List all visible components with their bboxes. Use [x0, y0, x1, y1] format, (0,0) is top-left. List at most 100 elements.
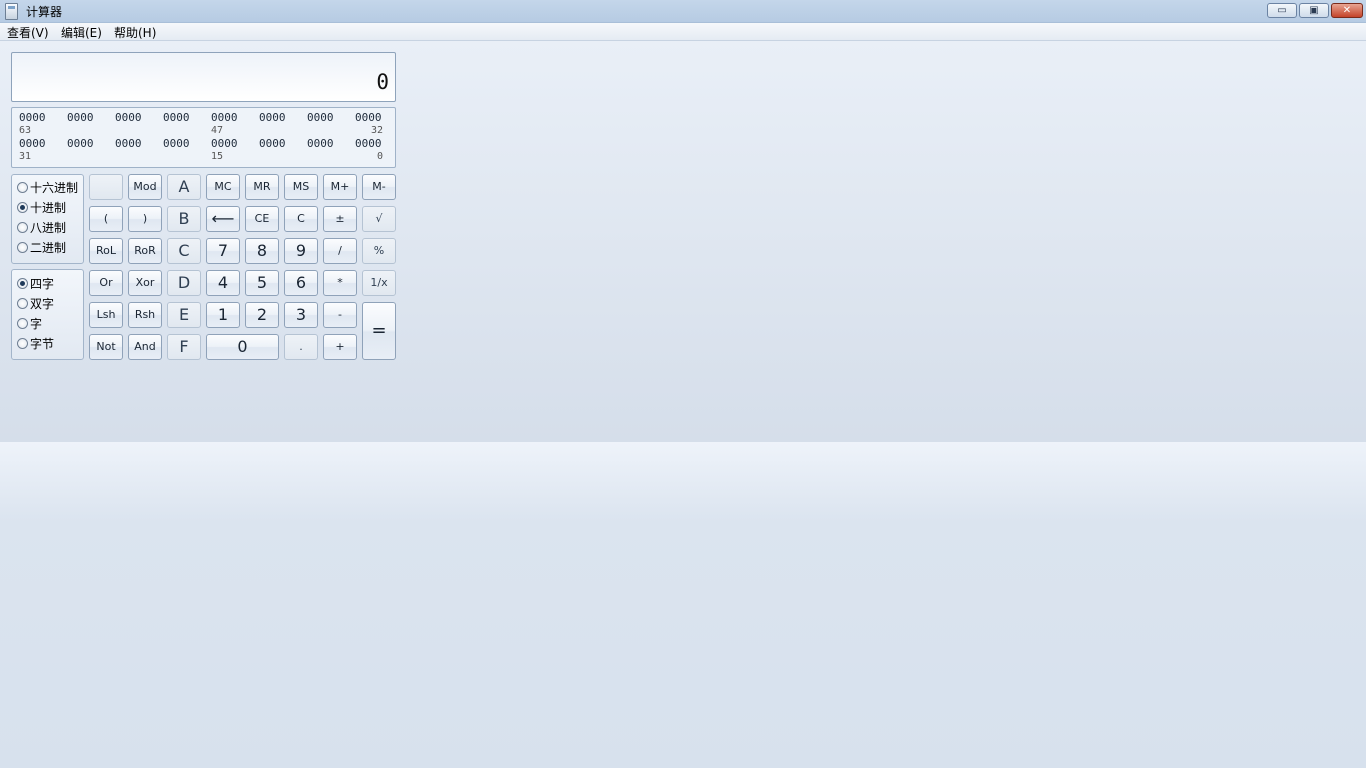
mod-key[interactable]: Mod — [128, 174, 162, 200]
display: 0 — [11, 52, 396, 102]
memory-recall-key[interactable]: MR — [245, 174, 279, 200]
radio-word[interactable]: 字 — [17, 316, 42, 332]
digit-1-key[interactable]: 1 — [206, 302, 240, 328]
reciprocal-key[interactable]: 1/x — [362, 270, 396, 296]
menu-bar: 查看(V) 编辑(E) 帮助(H) — [0, 23, 1366, 41]
desktop-background — [0, 442, 1366, 768]
bit-group[interactable]: 0000 — [355, 137, 385, 150]
radio-bin[interactable]: 二进制 — [17, 240, 66, 256]
clear-entry-key[interactable]: CE — [245, 206, 279, 232]
radio-button-icon[interactable] — [17, 222, 28, 233]
digit-8-key[interactable]: 8 — [245, 238, 279, 264]
radio-label: 二进制 — [30, 241, 67, 255]
radio-dword[interactable]: 双字 — [17, 296, 54, 312]
left-shift-key[interactable]: Lsh — [89, 302, 123, 328]
bit-group[interactable]: 0000 — [307, 111, 337, 124]
blank-key[interactable] — [89, 174, 123, 200]
and-key[interactable]: And — [128, 334, 162, 360]
restore-button[interactable]: ▣ — [1299, 3, 1329, 18]
close-paren-key[interactable]: ) — [128, 206, 162, 232]
radio-qword[interactable]: 四字 — [17, 276, 54, 292]
radio-byte[interactable]: 字节 — [17, 336, 54, 352]
minimize-button[interactable]: ▭ — [1267, 3, 1297, 18]
memory-subtract-key[interactable]: M- — [362, 174, 396, 200]
bit-group[interactable]: 0000 — [163, 137, 193, 150]
memory-add-key[interactable]: M+ — [323, 174, 357, 200]
hex-c-key[interactable]: C — [167, 238, 201, 264]
radio-button-icon[interactable] — [17, 242, 28, 253]
bit-index-label: 0 — [377, 151, 384, 162]
close-button[interactable]: ✕ — [1331, 3, 1363, 18]
bit-group[interactable]: 0000 — [259, 137, 289, 150]
memory-clear-key[interactable]: MC — [206, 174, 240, 200]
radio-label: 双字 — [30, 297, 55, 311]
bit-group[interactable]: 0000 — [259, 111, 289, 124]
radio-button-icon[interactable] — [17, 338, 28, 349]
bit-group[interactable]: 0000 — [67, 111, 97, 124]
multiply-key[interactable]: * — [323, 270, 357, 296]
radio-button-icon[interactable] — [17, 298, 28, 309]
right-shift-key[interactable]: Rsh — [128, 302, 162, 328]
hex-a-key[interactable]: A — [167, 174, 201, 200]
hex-d-key[interactable]: D — [167, 270, 201, 296]
bit-group[interactable]: 0000 — [163, 111, 193, 124]
bit-group[interactable]: 0000 — [355, 111, 385, 124]
radio-button-icon[interactable] — [17, 318, 28, 329]
radio-button-icon[interactable] — [17, 202, 28, 213]
hex-b-key[interactable]: B — [167, 206, 201, 232]
number-base-group: 十六进制 十进制 八进制 二进制 — [11, 174, 84, 264]
bit-group[interactable]: 0000 — [115, 137, 145, 150]
digit-0-key[interactable]: 0 — [206, 334, 279, 360]
bit-index-label: 63 — [19, 125, 32, 136]
calculator-app-icon — [5, 3, 18, 20]
rotate-left-key[interactable]: RoL — [89, 238, 123, 264]
xor-key[interactable]: Xor — [128, 270, 162, 296]
digit-7-key[interactable]: 7 — [206, 238, 240, 264]
word-size-group: 四字 双字 字 字节 — [11, 269, 84, 360]
digit-6-key[interactable]: 6 — [284, 270, 318, 296]
bit-index-label: 47 — [211, 125, 224, 136]
menu-edit[interactable]: 编辑(E) — [61, 24, 102, 41]
digit-4-key[interactable]: 4 — [206, 270, 240, 296]
radio-label: 四字 — [30, 277, 55, 291]
divide-key[interactable]: / — [323, 238, 357, 264]
digit-9-key[interactable]: 9 — [284, 238, 318, 264]
rotate-right-key[interactable]: RoR — [128, 238, 162, 264]
bit-panel: 0000 0000 0000 0000 0000 0000 0000 0000 … — [11, 107, 396, 168]
bit-group[interactable]: 0000 — [211, 111, 241, 124]
digit-3-key[interactable]: 3 — [284, 302, 318, 328]
negate-key[interactable]: ± — [323, 206, 357, 232]
decimal-point-key[interactable]: . — [284, 334, 318, 360]
open-paren-key[interactable]: ( — [89, 206, 123, 232]
add-key[interactable]: + — [323, 334, 357, 360]
clear-key[interactable]: C — [284, 206, 318, 232]
digit-5-key[interactable]: 5 — [245, 270, 279, 296]
bit-group[interactable]: 0000 — [211, 137, 241, 150]
radio-oct[interactable]: 八进制 — [17, 220, 66, 236]
not-key[interactable]: Not — [89, 334, 123, 360]
equals-key[interactable]: = — [362, 302, 396, 360]
hex-e-key[interactable]: E — [167, 302, 201, 328]
menu-view[interactable]: 查看(V) — [7, 24, 49, 41]
menu-help[interactable]: 帮助(H) — [114, 24, 156, 41]
radio-button-icon[interactable] — [17, 182, 28, 193]
bit-group[interactable]: 0000 — [307, 137, 337, 150]
bit-group[interactable]: 0000 — [67, 137, 97, 150]
backspace-key[interactable]: ⟵ — [206, 206, 240, 232]
hex-f-key[interactable]: F — [167, 334, 201, 360]
percent-key[interactable]: % — [362, 238, 396, 264]
subtract-key[interactable]: - — [323, 302, 357, 328]
bit-group[interactable]: 0000 — [115, 111, 145, 124]
memory-store-key[interactable]: MS — [284, 174, 318, 200]
radio-dec[interactable]: 十进制 — [17, 200, 66, 216]
display-value: 0 — [376, 70, 389, 94]
bit-index-label: 15 — [211, 151, 224, 162]
digit-2-key[interactable]: 2 — [245, 302, 279, 328]
sqrt-key[interactable]: √ — [362, 206, 396, 232]
radio-button-icon[interactable] — [17, 278, 28, 289]
or-key[interactable]: Or — [89, 270, 123, 296]
bit-group[interactable]: 0000 — [19, 137, 49, 150]
radio-hex[interactable]: 十六进制 — [17, 180, 78, 196]
bit-group[interactable]: 0000 — [19, 111, 49, 124]
radio-label: 字节 — [30, 337, 55, 351]
